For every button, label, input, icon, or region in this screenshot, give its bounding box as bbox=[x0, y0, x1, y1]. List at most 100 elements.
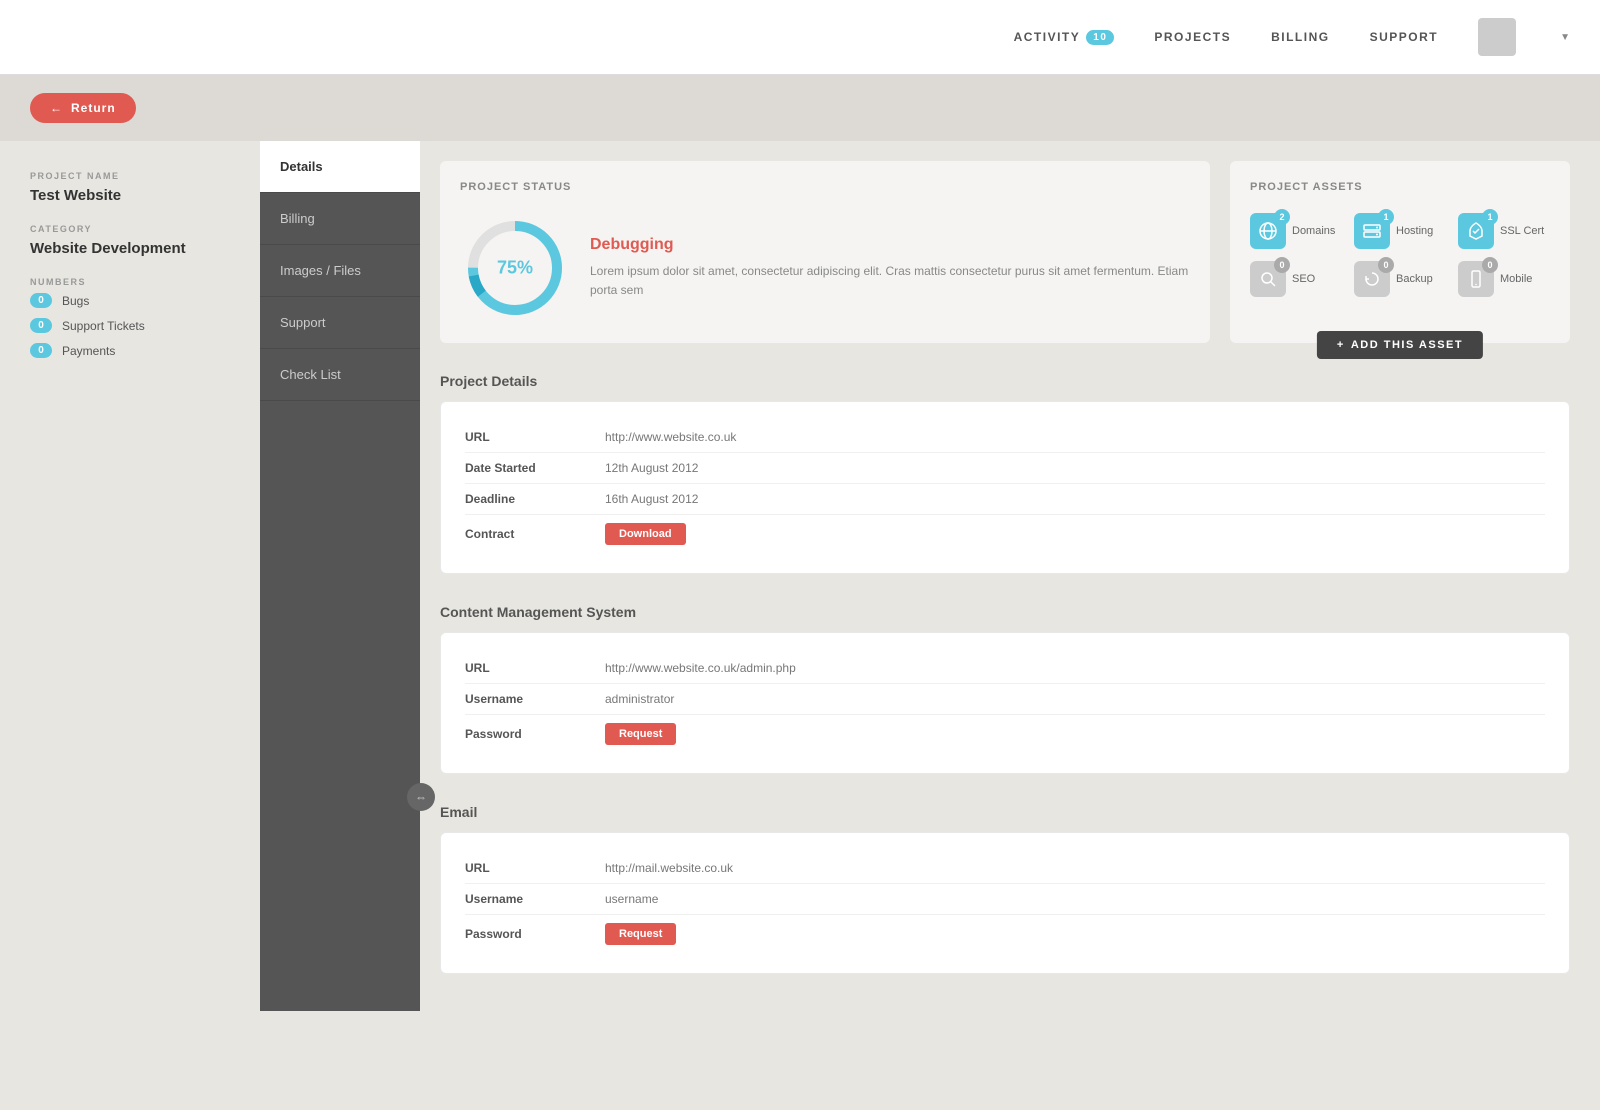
add-asset-button[interactable]: + ADD THIS ASSET bbox=[1317, 331, 1483, 359]
avatar-dropdown-arrow[interactable]: ▼ bbox=[1560, 32, 1570, 43]
project-status-title: Project Status bbox=[460, 181, 1190, 193]
cms-password-key: Password bbox=[465, 727, 605, 741]
payments-count: 0 bbox=[30, 343, 52, 358]
mobile-icon: 0 bbox=[1458, 261, 1494, 297]
donut-percentage: 75% bbox=[497, 258, 533, 279]
download-button[interactable]: Download bbox=[605, 523, 686, 545]
email-username-key: Username bbox=[465, 892, 605, 906]
project-status-panel: Project Status 75% bbox=[440, 161, 1210, 343]
top-panels: Project Status 75% bbox=[440, 161, 1570, 343]
email-url-key: URL bbox=[465, 861, 605, 875]
nav-support[interactable]: SUPPORT bbox=[1370, 30, 1439, 44]
support-count: 0 bbox=[30, 318, 52, 333]
return-button[interactable]: ← Return bbox=[30, 93, 136, 123]
date-started-key: Date Started bbox=[465, 461, 605, 475]
backup-label: Backup bbox=[1396, 273, 1433, 285]
mobile-badge: 0 bbox=[1482, 257, 1498, 273]
bugs-label: Bugs bbox=[62, 294, 89, 308]
cms-card: URL http://www.website.co.uk/admin.php U… bbox=[440, 632, 1570, 774]
payments-label: Payments bbox=[62, 344, 115, 358]
email-url-value: http://mail.website.co.uk bbox=[605, 861, 733, 875]
cms-request-button[interactable]: Request bbox=[605, 723, 676, 745]
backup-icon: 0 bbox=[1354, 261, 1390, 297]
main-content: Project Status 75% bbox=[420, 141, 1570, 1011]
url-row: URL http://www.website.co.uk bbox=[465, 422, 1545, 453]
asset-mobile: 0 Mobile bbox=[1458, 261, 1550, 297]
seo-badge: 0 bbox=[1274, 257, 1290, 273]
category-label: CATEGORY bbox=[30, 224, 260, 234]
main-layout: PROJECT NAME Test Website CATEGORY Websi… bbox=[0, 141, 1600, 1041]
email-username-value: username bbox=[605, 892, 658, 906]
nav-activity[interactable]: ACTIVITY 10 bbox=[1014, 30, 1115, 45]
seo-icon: 0 bbox=[1250, 261, 1286, 297]
cms-url-key: URL bbox=[465, 661, 605, 675]
domains-label: Domains bbox=[1292, 225, 1335, 237]
asset-ssl: 1 SSL Cert bbox=[1458, 213, 1550, 249]
expand-button[interactable]: ⇔ bbox=[407, 783, 435, 811]
cms-username-row: Username administrator bbox=[465, 684, 1545, 715]
email-request-button[interactable]: Request bbox=[605, 923, 676, 945]
top-nav: ACTIVITY 10 PROJECTS BILLING SUPPORT ▼ bbox=[0, 0, 1600, 75]
user-avatar[interactable] bbox=[1478, 18, 1516, 56]
nav-billing[interactable]: BILLING bbox=[1271, 30, 1330, 44]
date-started-value: 12th August 2012 bbox=[605, 461, 698, 475]
activity-label: ACTIVITY bbox=[1014, 30, 1081, 44]
asset-hosting: 1 Hosting bbox=[1354, 213, 1446, 249]
activity-badge: 10 bbox=[1086, 30, 1114, 45]
project-assets-panel: Project Assets 2 Domains bbox=[1230, 161, 1570, 343]
nav-images-files[interactable]: Images / Files bbox=[260, 245, 420, 297]
return-bar: ← Return bbox=[0, 75, 1600, 141]
ssl-label: SSL Cert bbox=[1500, 225, 1544, 237]
nav-details[interactable]: Details bbox=[260, 141, 420, 193]
asset-seo: 0 SEO bbox=[1250, 261, 1342, 297]
project-details-card: URL http://www.website.co.uk Date Starte… bbox=[440, 401, 1570, 574]
hosting-badge: 1 bbox=[1378, 209, 1394, 225]
status-text: Debugging Lorem ipsum dolor sit amet, co… bbox=[590, 236, 1190, 300]
cms-url-value: http://www.website.co.uk/admin.php bbox=[605, 661, 796, 675]
nav-projects[interactable]: PROJECTS bbox=[1154, 30, 1231, 44]
status-content: 75% Debugging Lorem ipsum dolor sit amet… bbox=[460, 213, 1190, 323]
numbers-section: NUMBERS 0 Bugs 0 Support Tickets 0 Payme… bbox=[30, 277, 260, 358]
bugs-count: 0 bbox=[30, 293, 52, 308]
mobile-label: Mobile bbox=[1500, 273, 1532, 285]
email-password-row: Password Request bbox=[465, 915, 1545, 953]
left-sidebar: PROJECT NAME Test Website CATEGORY Websi… bbox=[30, 141, 260, 1011]
project-name-label: PROJECT NAME bbox=[30, 171, 260, 181]
contract-row: Contract Download bbox=[465, 515, 1545, 553]
numbers-label: NUMBERS bbox=[30, 277, 260, 287]
nav-support[interactable]: Support bbox=[260, 297, 420, 349]
asset-domains: 2 Domains bbox=[1250, 213, 1342, 249]
backup-badge: 0 bbox=[1378, 257, 1394, 273]
email-title: Email bbox=[440, 804, 1570, 820]
assets-grid: 2 Domains 1 bbox=[1250, 213, 1550, 297]
cms-password-row: Password Request bbox=[465, 715, 1545, 753]
project-name-value: Test Website bbox=[30, 187, 260, 204]
ssl-icon: 1 bbox=[1458, 213, 1494, 249]
ssl-badge: 1 bbox=[1482, 209, 1498, 225]
status-label: Debugging bbox=[590, 236, 1190, 254]
deadline-row: Deadline 16th August 2012 bbox=[465, 484, 1545, 515]
add-icon: + bbox=[1337, 339, 1345, 351]
support-tickets-row: 0 Support Tickets bbox=[30, 318, 260, 333]
cms-username-value: administrator bbox=[605, 692, 674, 706]
nav-items: ACTIVITY 10 PROJECTS BILLING SUPPORT ▼ bbox=[1014, 18, 1570, 56]
nav-billing[interactable]: Billing bbox=[260, 193, 420, 245]
nav-checklist[interactable]: Check List bbox=[260, 349, 420, 401]
payments-row: 0 Payments bbox=[30, 343, 260, 358]
project-assets-title: Project Assets bbox=[1250, 181, 1550, 193]
return-arrow-icon: ← bbox=[50, 101, 63, 115]
hosting-label: Hosting bbox=[1396, 225, 1433, 237]
url-value: http://www.website.co.uk bbox=[605, 430, 736, 444]
email-username-row: Username username bbox=[465, 884, 1545, 915]
email-url-row: URL http://mail.website.co.uk bbox=[465, 853, 1545, 884]
contract-key: Contract bbox=[465, 527, 605, 541]
domains-icon: 2 bbox=[1250, 213, 1286, 249]
donut-chart: 75% bbox=[460, 213, 570, 323]
support-label: Support Tickets bbox=[62, 319, 145, 333]
hosting-icon: 1 bbox=[1354, 213, 1390, 249]
cms-title: Content Management System bbox=[440, 604, 1570, 620]
asset-backup: 0 Backup bbox=[1354, 261, 1446, 297]
center-nav: Details Billing Images / Files Support C… bbox=[260, 141, 420, 1011]
cms-username-key: Username bbox=[465, 692, 605, 706]
category-value: Website Development bbox=[30, 240, 260, 257]
